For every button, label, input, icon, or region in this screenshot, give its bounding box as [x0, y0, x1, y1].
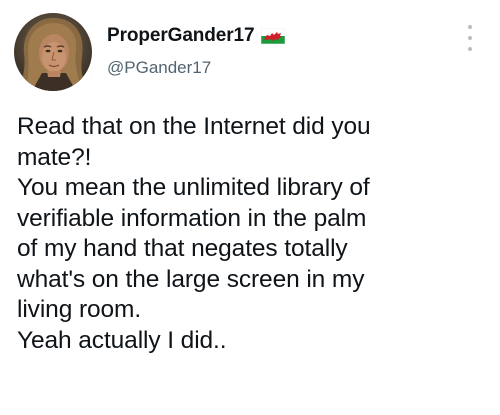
author-avatar[interactable]	[14, 13, 92, 91]
tweet-text-line: mate?!	[17, 143, 92, 171]
tweet-text: Read that on the Internet did you mate?!…	[17, 112, 495, 356]
tweet-text-line: what's on the large screen in my	[17, 265, 365, 293]
tweet-text-line: Read that on the Internet did you	[17, 113, 371, 140]
more-dot	[468, 47, 472, 51]
tweet-text-line: of my hand that negates totally	[17, 235, 348, 262]
wales-flag-icon	[260, 28, 285, 44]
tweet-text-line: Yeah actually I did..	[17, 326, 227, 354]
more-dot	[468, 25, 472, 29]
author-display-name[interactable]: ProperGander17	[107, 25, 255, 47]
author-handle[interactable]: @PGander17	[107, 58, 211, 78]
more-options-icon[interactable]	[462, 25, 478, 51]
more-dot	[468, 36, 472, 40]
tweet-text-line: verifiable information in the palm	[17, 204, 367, 232]
tweet-text-line: living room.	[17, 296, 142, 323]
author-name-row[interactable]: ProperGander17	[107, 22, 285, 50]
tweet[interactable]: ProperGander17 @PGander17 Read that on t…	[0, 0, 500, 415]
tweet-text-line: You mean the unlimited library of	[17, 174, 370, 201]
